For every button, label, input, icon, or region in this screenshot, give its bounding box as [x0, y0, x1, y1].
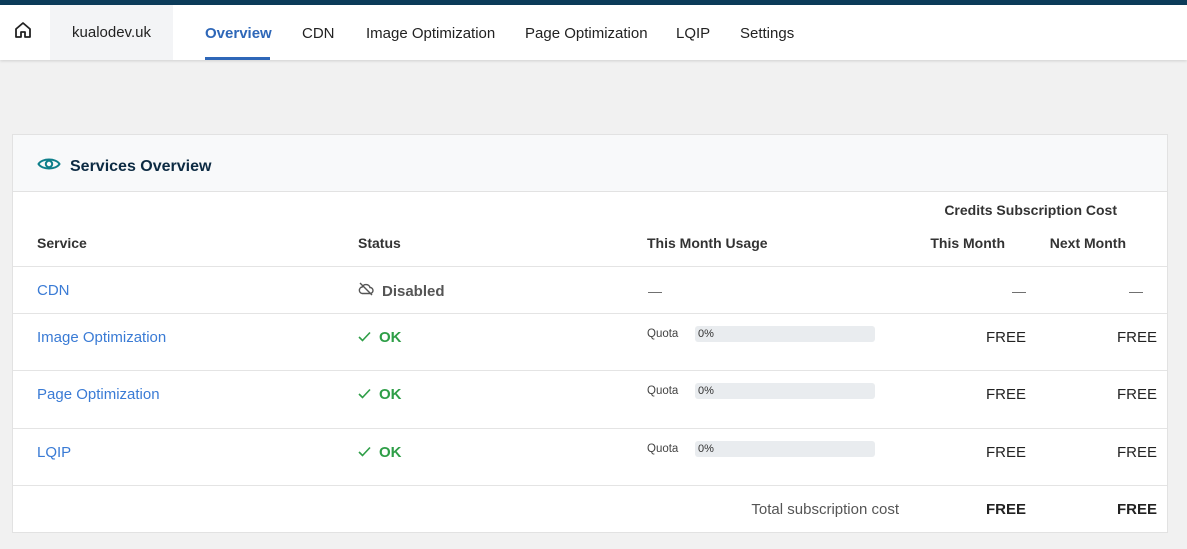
row-divider [13, 428, 1167, 429]
check-icon [358, 444, 379, 461]
status-column-header: Status [358, 235, 401, 251]
service-link-cdn[interactable]: CDN [37, 282, 70, 299]
tab-cdn[interactable]: CDN [302, 5, 335, 60]
quota-progress-bar: 0% [695, 441, 875, 457]
quota-label: Quota [647, 385, 679, 397]
service-column-header: Service [37, 235, 87, 251]
next-month-cost: FREE [1116, 444, 1157, 461]
card-header: Services Overview [13, 135, 1167, 192]
active-tab-indicator [205, 57, 270, 60]
status-disabled: Disabled [358, 282, 445, 300]
next-month-cost: FREE [1116, 329, 1157, 346]
tab-overview[interactable]: Overview [205, 5, 272, 60]
service-link-lqip[interactable]: LQIP [37, 444, 71, 461]
row-divider [13, 313, 1167, 314]
services-overview-card: Services Overview Credits Subscription C… [12, 134, 1168, 533]
domain-selector[interactable]: kualodev.uk [50, 5, 173, 60]
this-month-cost: FREE [985, 444, 1026, 461]
status-ok: OK [358, 386, 402, 403]
service-link-page-optimization[interactable]: Page Optimization [37, 386, 160, 403]
row-divider [13, 266, 1167, 267]
row-divider [13, 370, 1167, 371]
quota-progress-bar: 0% [695, 326, 875, 342]
usage-column-header: This Month Usage [647, 235, 768, 251]
total-this-month-cost: FREE [985, 501, 1026, 518]
this-month-cost: FREE [985, 386, 1026, 403]
status-ok: OK [358, 329, 402, 346]
tab-image-optimization[interactable]: Image Optimization [366, 5, 495, 60]
status-ok: OK [358, 444, 402, 461]
credits-subscription-cost-header: Credits Subscription Cost [944, 202, 1117, 218]
total-next-month-cost: FREE [1116, 501, 1157, 518]
check-icon [358, 386, 379, 403]
this-month-cost: FREE [985, 329, 1026, 346]
next-month-cost: — [1129, 283, 1143, 299]
cloud-off-icon [358, 282, 382, 300]
quota-progress-bar: 0% [695, 383, 875, 399]
quota-percentage: 0% [698, 385, 714, 397]
quota-label: Quota [647, 443, 679, 455]
tab-lqip[interactable]: LQIP [676, 5, 710, 60]
total-subscription-cost-label: Total subscription cost [751, 501, 899, 518]
home-icon [13, 20, 33, 45]
domain-label: kualodev.uk [72, 24, 151, 41]
top-navbar: kualodev.uk Overview CDN Image Optimizat… [0, 5, 1187, 60]
status-label: OK [379, 386, 402, 403]
next-month-cost: FREE [1116, 386, 1157, 403]
status-label: OK [379, 444, 402, 461]
this-month-column-header: This Month [930, 235, 1005, 251]
usage-empty: — [648, 283, 662, 299]
quota-label: Quota [647, 328, 679, 340]
this-month-cost: — [1012, 283, 1026, 299]
card-title: Services Overview [70, 158, 212, 175]
quota-percentage: 0% [698, 328, 714, 340]
eye-icon [37, 156, 61, 177]
check-icon [358, 329, 379, 346]
status-label: Disabled [382, 282, 445, 300]
next-month-column-header: Next Month [1049, 235, 1126, 251]
service-link-image-optimization[interactable]: Image Optimization [37, 329, 166, 346]
home-button[interactable] [0, 5, 46, 60]
quota-percentage: 0% [698, 443, 714, 455]
tab-page-optimization[interactable]: Page Optimization [525, 5, 648, 60]
status-label: OK [379, 329, 402, 346]
row-divider [13, 485, 1167, 486]
tab-settings[interactable]: Settings [740, 5, 794, 60]
